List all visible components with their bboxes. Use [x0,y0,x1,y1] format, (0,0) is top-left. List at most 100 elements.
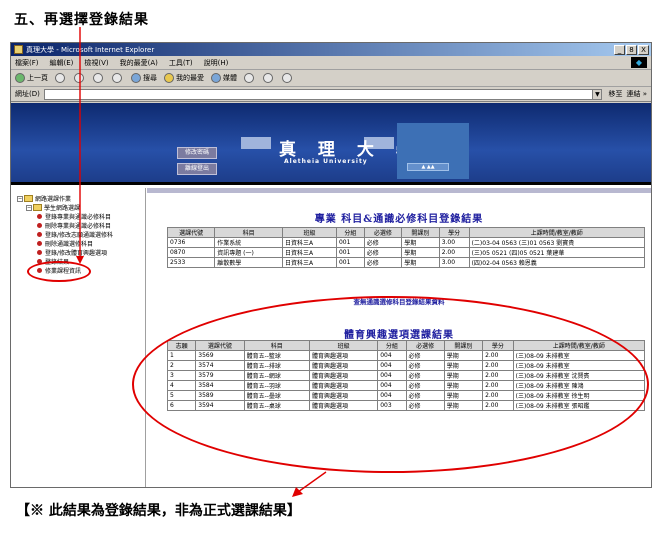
stop-button[interactable] [74,73,86,83]
menu-help[interactable]: 說明(H) [204,58,229,68]
bullet-icon [37,241,42,246]
history-button[interactable] [244,73,256,83]
collapse-icon[interactable]: − [17,195,23,202]
home-button[interactable] [112,73,124,83]
address-input[interactable]: ▼ [43,88,603,100]
banner-block [241,137,271,149]
folder-icon [33,204,42,211]
sidebar-tree: − 網路選課作業 − 學生網路選課 登錄專業與通識必修科目 刪除專業與通識必修科… [11,188,146,487]
address-label: 網址(D) [15,90,40,98]
dropdown-arrow-icon[interactable]: ▼ [592,89,602,99]
column-header: 班級 [282,227,337,238]
banner-right-button: ▲ ▲▲ [407,163,449,171]
table-cell: 001 [335,247,365,258]
table-cell: 001 [335,257,365,268]
history-icon [244,73,254,83]
back-button[interactable]: 上一頁 [15,73,48,83]
table-cell: 0736 [166,237,216,248]
required-results-table: 選課代號 科目 班級 分組 必選修 開課別 學分 上課時間/教室/教師 0736 作業系統 日資科… [166,227,646,268]
annotation-ellipse-sidebar [27,261,91,282]
column-header: 上課時間/教室/教師 [468,227,646,238]
bullet-icon [37,223,42,228]
media-icon [211,73,221,83]
close-button[interactable]: X [638,44,649,55]
table-cell: 日資科三A [282,257,337,268]
table-cell: (四)02-04 0563 賴恩義 [468,257,646,268]
table-cell: 離散數學 [214,257,284,268]
table-cell: 學期 [401,247,440,258]
media-button[interactable]: 媒體 [211,73,237,83]
mail-button[interactable] [263,73,275,83]
table-cell: 學期 [401,257,440,268]
table-cell: 2533 [166,257,216,268]
window-title: 真理大學 - Microsoft Internet Explorer [26,45,155,54]
table-cell: 必修 [363,237,403,248]
ie-app-icon [14,45,23,54]
table-row: 0870 資訊專題 (一) 日資科三A 001 必修 學期 2.00 (三)05 0521 (… [166,247,646,258]
required-results-title: 專業 科目&通識必修科目登錄結果 [314,214,484,225]
sidebar-item-register-elective[interactable]: 登錄/修改志願通識選修科 [17,230,145,239]
print-button[interactable] [282,73,294,83]
windows-logo-icon: ◆ [631,57,647,68]
go-button[interactable]: 移至 [608,89,622,99]
address-bar: 網址(D) ▼ 移至 連結 » [11,87,651,102]
menu-edit[interactable]: 編輯(E) [50,58,74,68]
change-password-button[interactable]: 修改密碼 [177,147,217,159]
stop-icon [74,73,84,83]
column-header: 開課別 [401,227,440,238]
search-button[interactable]: 搜尋 [131,73,157,83]
refresh-button[interactable] [93,73,105,83]
column-header: 分組 [335,227,365,238]
print-icon [282,73,292,83]
maximize-button[interactable]: 8 [626,44,637,55]
title-bar: 真理大學 - Microsoft Internet Explorer _ 8 X [11,43,651,56]
tree-group[interactable]: − 學生網路選課 [17,203,145,212]
sidebar-item-delete-required[interactable]: 刪除專業與通識必修科目 [17,221,145,230]
collapse-icon[interactable]: − [26,204,32,211]
logout-button[interactable]: 離線登出 [177,163,217,175]
table-row: 2533 離散數學 日資科三A 001 必修 學期 3.00 (四)02-04 0563 賴恩… [166,257,646,268]
sidebar-item-delete-elective[interactable]: 刪除通識選修科目 [17,239,145,248]
bullet-icon [37,250,42,255]
forward-arrow-icon [55,73,65,83]
sidebar-item-pe-options[interactable]: 登錄/修改體育興趣選項 [17,248,145,257]
search-icon [131,73,141,83]
university-en-name: Aletheia University [284,158,368,165]
table-cell: 資訊專題 (一) [214,247,284,258]
favorites-button[interactable]: 我的最愛 [164,73,204,83]
table-cell: (二)03-04 0563 (三)01 0563 劉寶貴 [468,237,646,248]
column-header: 科目 [214,227,284,238]
table-cell: 001 [335,237,365,248]
table-cell: 日資科三A [282,247,337,258]
site-banner: 修改密碼 離線登出 真 理 大 學 Aletheia University ▲ … [11,103,651,185]
menu-file[interactable]: 檔案(F) [15,58,39,68]
table-cell: (三)05 0521 (四)05 0521 葉建華 [468,247,646,258]
table-cell: 2.00 [438,247,470,258]
sidebar-item-register-required[interactable]: 登錄專業與通識必修科目 [17,212,145,221]
forward-button[interactable] [55,73,67,83]
table-cell: 3.00 [438,257,470,268]
refresh-icon [93,73,103,83]
column-header: 選課代號 [166,227,216,238]
links-button[interactable]: 連結 » [626,89,647,99]
menu-favorites[interactable]: 我的最愛(A) [120,58,158,68]
favorites-icon [164,73,174,83]
toolbar: 上一頁 搜尋 我的最愛 媒體 [11,70,651,87]
menu-tools[interactable]: 工具(T) [169,58,193,68]
table-row: 0736 作業系統 日資科三A 001 必修 學期 3.00 (二)03-04 0563 (三… [166,237,646,248]
table-cell: 學期 [401,237,440,248]
table-cell: 作業系統 [214,237,284,248]
step-title: 五、再選擇登錄結果 [14,12,149,28]
table-cell: 3.00 [438,237,470,248]
menu-view[interactable]: 檢視(V) [84,58,108,68]
minimize-button[interactable]: _ [614,44,625,55]
mail-icon [263,73,273,83]
panel-header-strip [147,188,651,193]
tree-root[interactable]: − 網路選課作業 [17,194,145,203]
column-header: 必選修 [363,227,403,238]
menu-bar: 檔案(F) 編輯(E) 檢視(V) 我的最愛(A) 工具(T) 說明(H) ◆ [11,56,651,70]
home-icon [112,73,122,83]
folder-icon [24,195,33,202]
bullet-icon [37,214,42,219]
disclaimer-note: 【※ 此結果為登錄結果，非為正式選課結果】 [16,503,301,519]
